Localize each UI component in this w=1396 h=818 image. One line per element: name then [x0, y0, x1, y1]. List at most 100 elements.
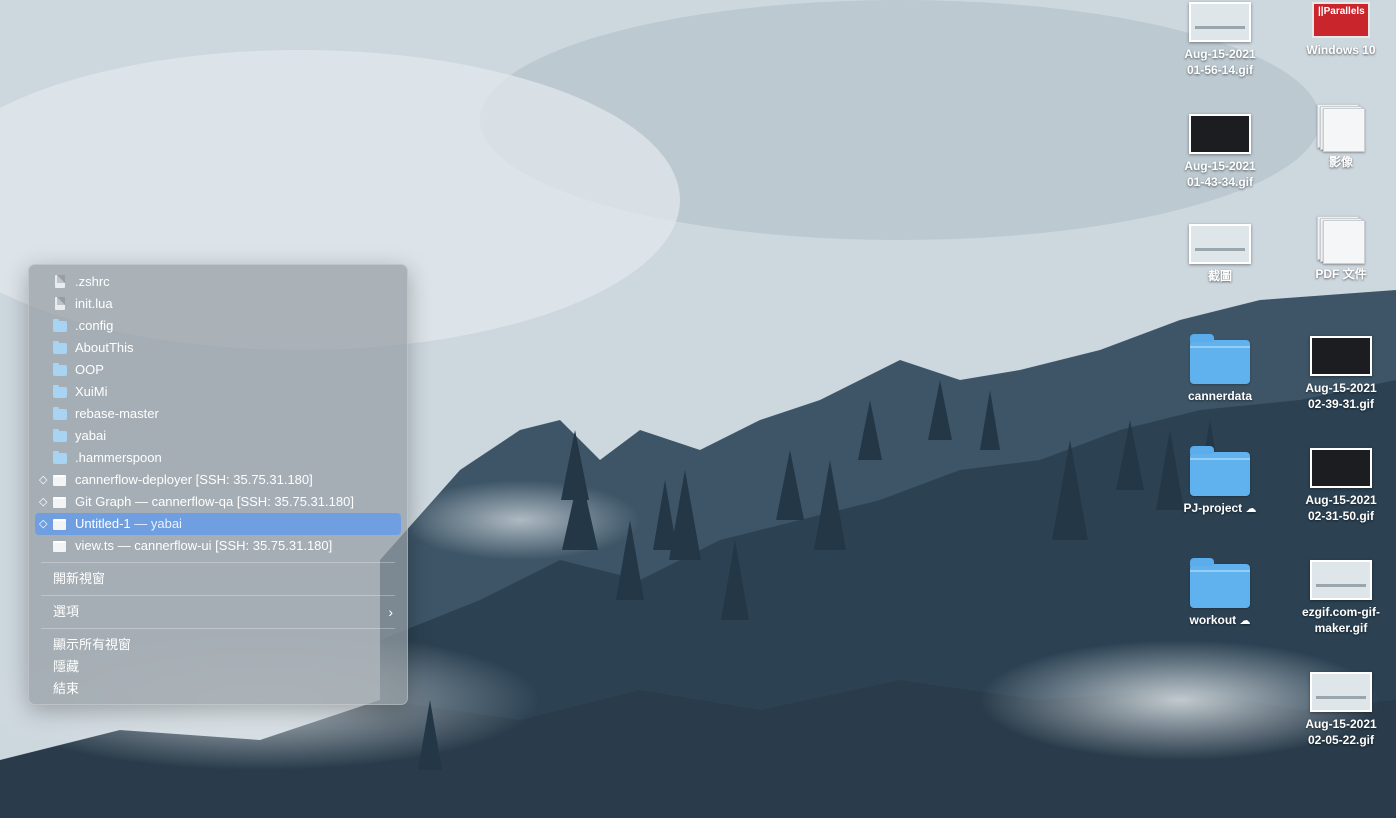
menu-item-label: OOP [75, 362, 104, 377]
menu-item-label: Git Graph — cannerflow-qa [SSH: 35.75.31… [75, 494, 354, 509]
menu-item-label: Untitled-1 [75, 516, 131, 531]
menu-window-item[interactable]: ◇ Untitled-1 — yabai [35, 513, 401, 535]
stack-icon [1317, 104, 1365, 152]
folder-icon [1190, 558, 1250, 608]
options-item[interactable]: 選項 › [29, 601, 407, 623]
window-icon [53, 495, 67, 509]
diamond-marker-icon: ◇ [39, 496, 48, 508]
desktop-icon-label: Aug-15-2021 02-39-31.gif [1285, 380, 1396, 412]
folder-icon [53, 319, 67, 333]
menu-item-sublabel: — yabai [130, 516, 182, 531]
menu-recent-item[interactable]: rebase-master [35, 403, 401, 425]
desktop-icon[interactable]: PJ-project ☁ [1164, 444, 1276, 517]
window-icon [53, 517, 67, 531]
menu-window-item[interactable]: ◇ Git Graph — cannerflow-qa [SSH: 35.75.3… [35, 491, 401, 513]
menu-window-item[interactable]: view.ts — cannerflow-ui [SSH: 35.75.31.1… [35, 535, 401, 557]
menu-recent-item[interactable]: yabai [35, 425, 401, 447]
gif-thumbnail-icon [1189, 114, 1251, 154]
menu-recent-item[interactable]: .hammerspoon [35, 447, 401, 469]
label-line: 02-39-31.gif [1307, 397, 1375, 411]
desktop-icon[interactable]: ||Parallels Windows 10 [1285, 2, 1396, 58]
menu-recent-item[interactable]: OOP [35, 359, 401, 381]
desktop-icon[interactable]: 影像 [1285, 104, 1396, 170]
recent-items-list: .zshrc init.lua .config AboutThis OOP XuiMi re… [29, 271, 407, 557]
show-all-windows-item[interactable]: 顯示所有視窗 [29, 634, 407, 656]
desktop-icon-label: Aug-15-2021 02-05-22.gif [1285, 716, 1396, 748]
menu-item-label: .hammerspoon [75, 450, 162, 465]
quit-label: 結束 [53, 681, 80, 696]
diamond-marker-icon: ◇ [39, 474, 48, 486]
desktop-icon[interactable]: Aug-15-2021 01-43-34.gif [1164, 114, 1276, 190]
desktop-icon[interactable]: PDF 文件 [1285, 216, 1396, 282]
label-line: 01-43-34.gif [1186, 175, 1254, 189]
desktop-icon-label: Aug-15-2021 02-31-50.gif [1285, 492, 1396, 524]
label-line: PJ-project [1183, 501, 1243, 515]
gif-thumbnail-icon [1310, 560, 1372, 600]
desktop-icon[interactable]: Aug-15-2021 01-56-14.gif [1164, 2, 1276, 78]
menu-recent-item[interactable]: XuiMi [35, 381, 401, 403]
menu-item-label: XuiMi [75, 384, 108, 399]
desktop-icon-label: cannerdata [1164, 388, 1276, 404]
menu-window-item[interactable]: ◇ cannerflow-deployer [SSH: 35.75.31.180] [35, 469, 401, 491]
label-line: Aug-15-2021 [1305, 381, 1377, 395]
menu-recent-item[interactable]: .config [35, 315, 401, 337]
label-line: Aug-15-2021 [1305, 717, 1377, 731]
menu-recent-item[interactable]: init.lua [35, 293, 401, 315]
quit-item[interactable]: 結束 [29, 678, 407, 700]
desktop-icon[interactable]: workout ☁ [1164, 556, 1276, 629]
label-line: ezgif.com-gif- [1302, 605, 1380, 619]
menu-item-label: yabai [75, 428, 107, 443]
desktop-icon[interactable]: Aug-15-2021 02-31-50.gif [1285, 448, 1396, 524]
label-line: maker.gif [1314, 621, 1368, 635]
hide-item[interactable]: 隱藏 [29, 656, 407, 678]
label-line: Aug-15-2021 [1184, 159, 1256, 173]
label-line-wrap: workout ☁ [1164, 612, 1276, 629]
desktop-icon[interactable]: Aug-15-2021 02-05-22.gif [1285, 672, 1396, 748]
desktop-icon-label: 截圖 [1164, 268, 1276, 284]
show-all-windows-label: 顯示所有視窗 [53, 637, 132, 652]
folder-icon [53, 385, 67, 399]
label-line: 截圖 [1207, 269, 1232, 283]
screenshot-icon [1189, 224, 1251, 264]
desktop-icon-label: workout ☁ [1164, 612, 1276, 629]
label-line: cannerdata [1187, 389, 1253, 403]
window-icon [53, 539, 67, 553]
menu-item-label: cannerflow-deployer [SSH: 35.75.31.180] [75, 472, 313, 487]
icloud-icon: ☁ [1245, 503, 1257, 515]
desktop-icon-label: ezgif.com-gif-maker.gif [1285, 604, 1396, 636]
gif-thumbnail-icon [1310, 336, 1372, 376]
gif-thumbnail-icon [1189, 2, 1251, 42]
menu-separator [41, 595, 395, 596]
diamond-marker-icon: ◇ [39, 518, 48, 530]
label-line: 影像 [1328, 155, 1353, 169]
desktop-icon[interactable]: 截圖 [1164, 224, 1276, 284]
folder-icon [1190, 334, 1250, 384]
window-icon [53, 473, 67, 487]
folder-icon [53, 429, 67, 443]
label-line: 02-05-22.gif [1307, 733, 1375, 747]
desktop-icon[interactable]: cannerdata [1164, 332, 1276, 404]
options-label: 選項 [53, 604, 80, 619]
menu-recent-item[interactable]: .zshrc [35, 271, 401, 293]
new-window-item[interactable]: 開新視窗 [29, 568, 407, 590]
label-line: Aug-15-2021 [1184, 47, 1256, 61]
desktop-icon-label: Aug-15-2021 01-56-14.gif [1164, 46, 1276, 78]
menu-item-label: init.lua [75, 296, 113, 311]
folder-icon [53, 363, 67, 377]
desktop-icon[interactable]: ezgif.com-gif-maker.gif [1285, 560, 1396, 636]
desktop-icon-label: 影像 [1285, 154, 1396, 170]
label-line: workout [1189, 613, 1237, 627]
stack-icon [1317, 216, 1365, 264]
folder-icon [1190, 446, 1250, 496]
label-line-wrap: PJ-project ☁ [1164, 500, 1276, 517]
document-icon [53, 297, 67, 311]
desktop-icon-label: Windows 10 [1285, 42, 1396, 58]
menu-item-label: rebase-master [75, 406, 159, 421]
menu-recent-item[interactable]: AboutThis [35, 337, 401, 359]
icloud-icon: ☁ [1239, 615, 1251, 627]
menu-separator [41, 562, 395, 563]
desktop-icon[interactable]: Aug-15-2021 02-39-31.gif [1285, 336, 1396, 412]
menu-separator [41, 628, 395, 629]
gif-thumbnail-icon [1310, 672, 1372, 712]
chevron-right-icon: › [388, 604, 393, 620]
